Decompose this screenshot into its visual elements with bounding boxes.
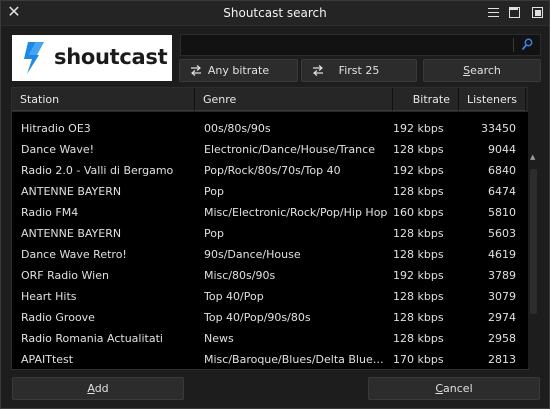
- cell-bitrate: 128 kbps: [393, 143, 444, 156]
- column-header-genre[interactable]: Genre: [195, 88, 393, 111]
- column-header-listeners[interactable]: Listeners: [459, 88, 526, 111]
- cell-bitrate: 170 kbps: [393, 353, 444, 366]
- cell-genre: News: [204, 332, 234, 345]
- cell-listeners: 2958: [488, 332, 516, 345]
- window-restore-icon[interactable]: [529, 4, 547, 22]
- cell-station: Radio FM4: [21, 206, 79, 219]
- cell-station: Heart Hits: [21, 290, 77, 303]
- shoutcast-bolt-icon: [24, 42, 44, 74]
- table-body: Hitradio OE3 00s/80s/90s 192 kbps 33450 Dan…: [12, 118, 528, 369]
- table-row[interactable]: Heart Hits Top 40/Pop 128 kbps 3079: [12, 286, 528, 307]
- search-button-label: earch: [470, 64, 501, 77]
- table-row[interactable]: Dance Wave! Electronic/Dance/House/Trance…: [12, 139, 528, 160]
- cell-bitrate: 128 kbps: [393, 227, 444, 240]
- cancel-mnemonic: C: [435, 382, 444, 395]
- cell-station: ORF Radio Wien: [21, 269, 109, 282]
- scrollbar-thumb[interactable]: [530, 169, 537, 314]
- cell-genre: Pop: [204, 185, 224, 198]
- cell-genre: 00s/80s/90s: [204, 122, 271, 135]
- scroll-up-arrow-icon[interactable]: ▲: [530, 153, 535, 161]
- table-row[interactable]: ORF Radio Wien Misc/80s/90s 192 kbps 3789: [12, 265, 528, 286]
- cell-genre: Misc/Baroque/Blues/Delta Blue…: [204, 353, 384, 366]
- cell-bitrate: 128 kbps: [393, 311, 444, 324]
- cell-listeners: 3789: [488, 269, 516, 282]
- cell-genre: Top 40/Pop/90s/80s: [204, 311, 311, 324]
- cell-bitrate: 128 kbps: [393, 332, 444, 345]
- cell-genre: Misc/Electronic/Rock/Pop/Hip Hop: [204, 206, 388, 219]
- cell-bitrate: 192 kbps: [393, 122, 444, 135]
- shoutcast-search-window: ✕ Shoutcast search shoutcast Any bitrate…: [0, 0, 550, 409]
- table-row[interactable]: ANTENNE BAYERN Pop 128 kbps 6474: [12, 181, 528, 202]
- cell-genre: Pop: [204, 227, 224, 240]
- cell-bitrate: 128 kbps: [393, 185, 444, 198]
- cell-genre: Electronic/Dance/House/Trance: [204, 143, 375, 156]
- cell-listeners: 2974: [488, 311, 516, 324]
- cell-station: APAITtest: [21, 353, 74, 366]
- cell-station: ANTENNE BAYERN: [21, 185, 122, 198]
- cell-listeners: 5603: [488, 227, 516, 240]
- search-separator: [513, 38, 514, 52]
- hamburger-menu-icon[interactable]: [485, 4, 503, 22]
- table-row[interactable]: APAITtest Misc/Baroque/Blues/Delta Blue… 1…: [12, 349, 528, 369]
- cell-station: Dance Wave!: [21, 143, 95, 156]
- window-maximize-icon[interactable]: [506, 4, 524, 22]
- cell-bitrate: 128 kbps: [393, 248, 444, 261]
- cell-station: ANTENNE BAYERN: [21, 227, 122, 240]
- cell-listeners: 2813: [488, 353, 516, 366]
- logo-text: shoutcast: [54, 45, 168, 69]
- table-row[interactable]: Radio Romania Actualitati News 128 kbps 295…: [12, 328, 528, 349]
- search-icon[interactable]: [521, 38, 533, 51]
- station-table[interactable]: Station Genre Bitrate Listeners Hitradio…: [11, 87, 529, 370]
- shoutcast-logo: shoutcast: [12, 35, 172, 81]
- add-button-label: dd: [94, 382, 109, 395]
- cell-listeners: 5810: [488, 206, 516, 219]
- table-row[interactable]: Hitradio OE3 00s/80s/90s 192 kbps 33450: [12, 118, 528, 139]
- cell-genre: Misc/80s/90s: [204, 269, 276, 282]
- cell-station: Radio Romania Actualitati: [21, 332, 163, 345]
- swap-arrows-icon: [313, 65, 323, 76]
- cell-genre: Pop/Rock/80s/70s/Top 40: [204, 164, 341, 177]
- table-row[interactable]: Radio Groove Top 40/Pop/90s/80s 128 kbps 29…: [12, 307, 528, 328]
- bitrate-filter-label: Any bitrate: [207, 64, 270, 77]
- result-limit-label: First 25: [338, 64, 380, 77]
- table-row[interactable]: ANTENNE BAYERN Pop 128 kbps 5603: [12, 223, 528, 244]
- result-limit-button[interactable]: First 25: [301, 59, 417, 82]
- table-header: Station Genre Bitrate Listeners: [12, 88, 528, 112]
- cell-bitrate: 192 kbps: [393, 164, 444, 177]
- bitrate-filter-button[interactable]: Any bitrate: [179, 59, 298, 82]
- swap-arrows-icon: [191, 65, 201, 76]
- cell-bitrate: 128 kbps: [393, 290, 444, 303]
- cell-genre: 90s/Dance/House: [204, 248, 301, 261]
- table-row[interactable]: Dance Wave Retro! 90s/Dance/House 128 kbps…: [12, 244, 528, 265]
- table-scrollbar[interactable]: ▲: [528, 87, 539, 368]
- add-mnemonic: A: [87, 382, 95, 395]
- cell-station: Radio Groove: [21, 311, 95, 324]
- cell-listeners: 4619: [488, 248, 516, 261]
- cell-bitrate: 160 kbps: [393, 206, 444, 219]
- cell-bitrate: 192 kbps: [393, 269, 444, 282]
- cell-listeners: 6474: [488, 185, 516, 198]
- cancel-button[interactable]: Cancel: [368, 377, 540, 400]
- cell-listeners: 6840: [488, 164, 516, 177]
- cancel-button-label: ancel: [443, 382, 473, 395]
- cell-station: Dance Wave Retro!: [21, 248, 127, 261]
- table-row[interactable]: Radio 2.0 - Valli di Bergamo Pop/Rock/80s…: [12, 160, 528, 181]
- cell-listeners: 33450: [481, 122, 516, 135]
- search-button[interactable]: Search: [423, 59, 541, 82]
- search-input[interactable]: [180, 34, 541, 56]
- cell-station: Radio 2.0 - Valli di Bergamo: [21, 164, 174, 177]
- table-row[interactable]: Radio FM4 Misc/Electronic/Rock/Pop/Hip Ho…: [12, 202, 528, 223]
- column-header-bitrate[interactable]: Bitrate: [393, 88, 459, 111]
- window-title: Shoutcast search: [223, 6, 327, 20]
- title-bar: ✕ Shoutcast search: [1, 1, 549, 26]
- cell-station: Hitradio OE3: [21, 122, 91, 135]
- column-header-station[interactable]: Station: [12, 88, 195, 111]
- add-button[interactable]: Add: [12, 377, 184, 400]
- cell-genre: Top 40/Pop: [204, 290, 264, 303]
- cell-listeners: 9044: [488, 143, 516, 156]
- cell-listeners: 3079: [488, 290, 516, 303]
